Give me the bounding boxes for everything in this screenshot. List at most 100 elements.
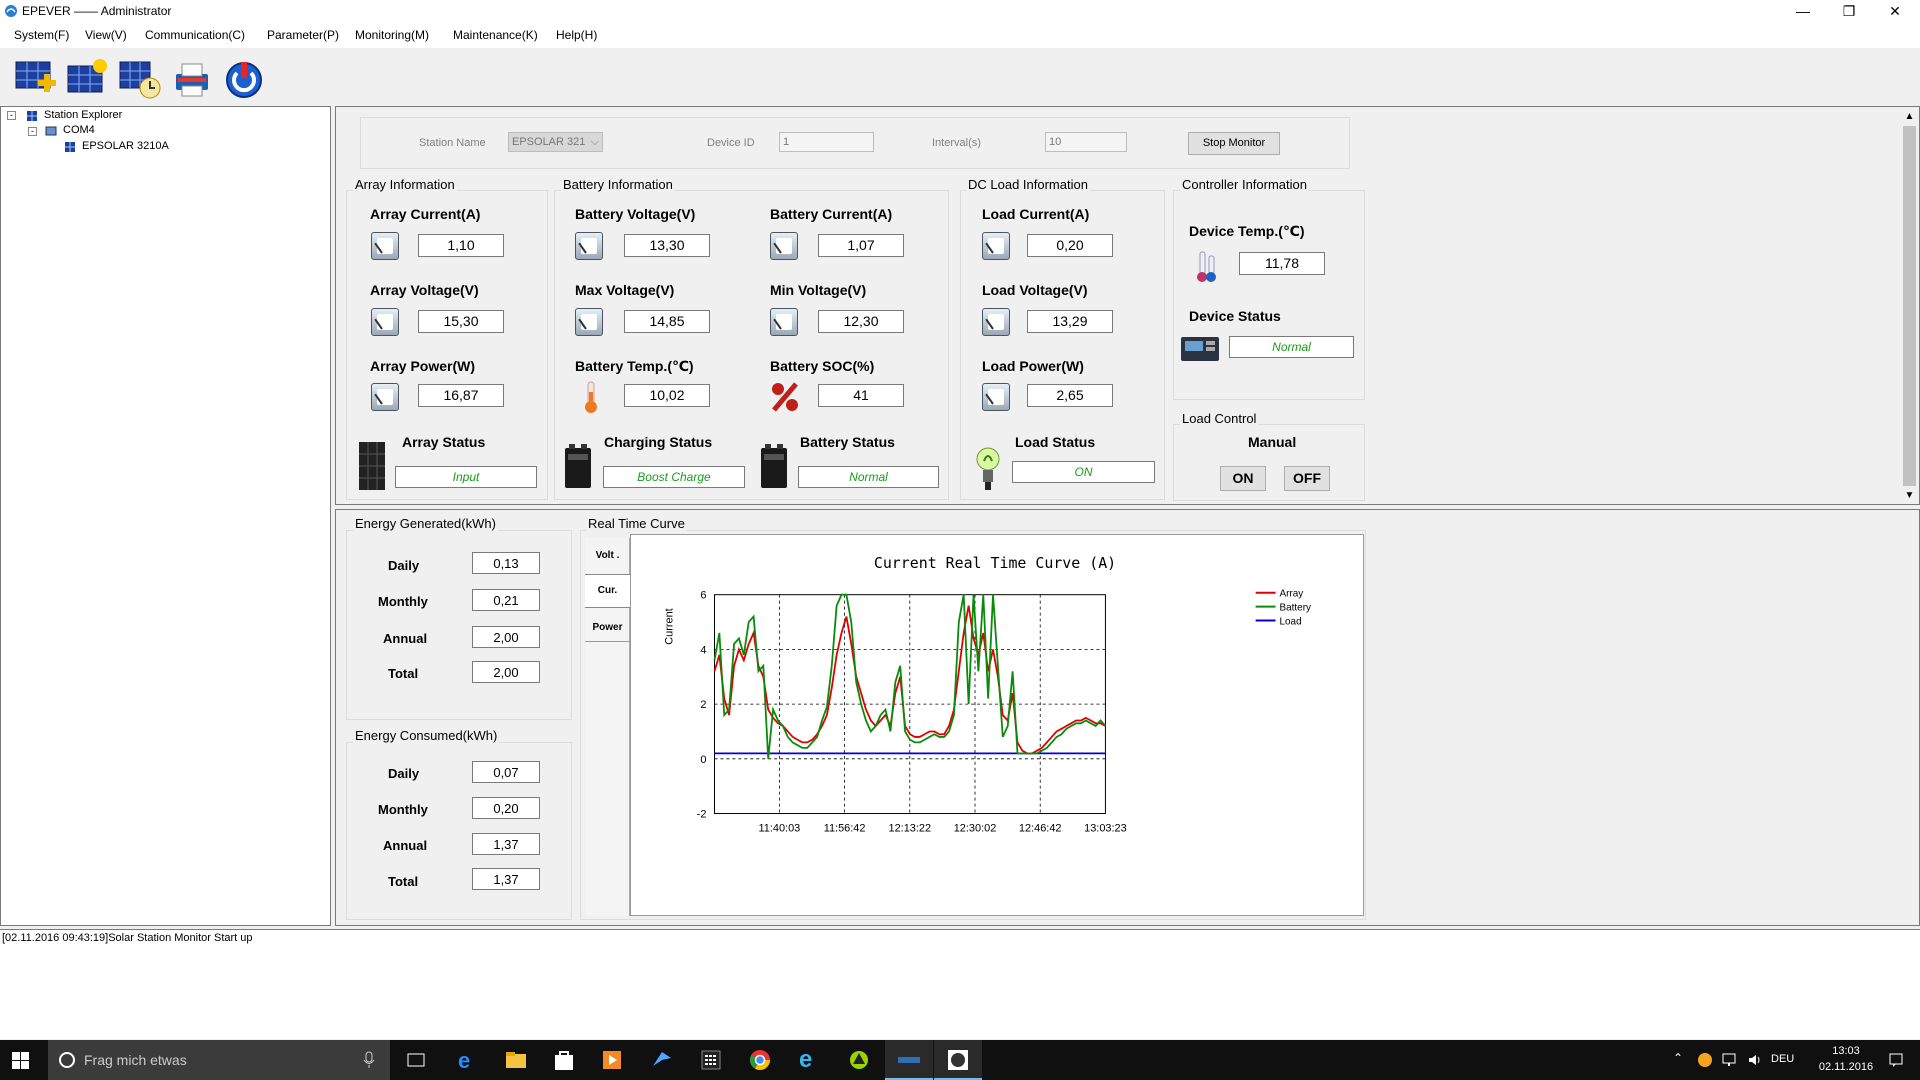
clock-date[interactable]: 02.11.2016	[1810, 1061, 1882, 1073]
load-voltage-label: Load Voltage(V)	[982, 282, 1088, 298]
microphone-icon[interactable]	[362, 1051, 376, 1069]
utility-app-icon[interactable]	[847, 1048, 871, 1072]
solar-panel-icon	[359, 442, 385, 490]
array-status-value: Input	[395, 466, 537, 488]
tree-port-toggle[interactable]: -	[28, 127, 37, 136]
menu-maintenance[interactable]: Maintenance(K)	[453, 28, 538, 42]
x-tick-label: 13:03:23	[1084, 822, 1127, 834]
consumed-monthly-value: 0,20	[472, 797, 540, 819]
menu-monitoring[interactable]: Monitoring(M)	[355, 28, 429, 42]
battery-info-title: Battery Information	[561, 177, 675, 192]
load-current-value: 0,20	[1027, 234, 1113, 257]
task-view-icon[interactable]	[404, 1048, 428, 1072]
voltmeter-icon	[575, 232, 603, 260]
printer-icon[interactable]	[170, 56, 214, 100]
array-voltage-value: 15,30	[418, 310, 504, 333]
store-icon[interactable]	[552, 1048, 576, 1072]
taskbar-search[interactable]: Frag mich etwas	[48, 1040, 390, 1080]
chevron-down-icon: ⌵	[590, 136, 599, 148]
tree-port[interactable]: COM4	[63, 124, 95, 136]
consumed-monthly-label: Monthly	[378, 802, 428, 817]
edge-icon[interactable]: e	[455, 1048, 479, 1072]
thermometer-icon	[585, 381, 597, 413]
menu-help[interactable]: Help(H)	[556, 28, 597, 42]
close-button[interactable]: ✕	[1872, 0, 1918, 22]
tray-chevron-up-icon[interactable]: ⌃	[1673, 1051, 1683, 1065]
thermometer-icon	[1197, 251, 1216, 282]
menu-system[interactable]: System(F)	[14, 28, 69, 42]
legend-label: Battery	[1280, 603, 1312, 614]
y-tick-label: 4	[700, 644, 706, 656]
legend-label: Array	[1280, 589, 1304, 600]
device-temp-value: 11,78	[1239, 252, 1325, 275]
array-status-label: Array Status	[402, 434, 486, 450]
chart-ticks: 6 4 2 0 -2 11:40:03 11:56:42 12:13:22 12:30:02 12…	[697, 590, 1127, 835]
stop-monitor-button[interactable]: Stop Monitor	[1188, 132, 1280, 155]
tab-power[interactable]: Power	[585, 614, 630, 642]
ammeter-icon	[371, 232, 399, 260]
tree-collapse-toggle[interactable]: -	[7, 111, 16, 120]
windows-start-icon[interactable]	[12, 1052, 29, 1069]
load-voltage-value: 13,29	[1027, 310, 1113, 333]
battery-current-label: Battery Current(A)	[770, 206, 893, 222]
station-name-select[interactable]: EPSOLAR 321 ⌵	[508, 132, 603, 152]
tab-current[interactable]: Cur.	[585, 574, 630, 608]
load-off-button[interactable]: OFF	[1284, 466, 1330, 491]
power-icon[interactable]	[222, 56, 266, 100]
volume-icon[interactable]	[1747, 1052, 1763, 1068]
vertical-scrollbar[interactable]: ▲ ▼	[1901, 108, 1918, 504]
battery-icon	[565, 444, 591, 488]
tree-root[interactable]: Station Explorer	[44, 109, 122, 121]
scroll-thumb[interactable]	[1903, 126, 1916, 486]
max-voltage-value: 14,85	[624, 310, 710, 333]
taskbar-window-active[interactable]	[934, 1040, 982, 1080]
schedule-icon[interactable]	[118, 56, 162, 100]
device-id-label: Device ID	[707, 137, 755, 149]
battery-soc-label: Battery SOC(%)	[770, 358, 875, 374]
tab-volt[interactable]: Volt .	[585, 545, 630, 571]
scroll-down-icon[interactable]: ▼	[1901, 487, 1918, 504]
add-station-icon[interactable]	[14, 56, 58, 100]
chart-grid	[713, 594, 1106, 815]
chrome-icon[interactable]	[748, 1048, 772, 1072]
sun-station-icon[interactable]	[66, 56, 110, 100]
consumed-total-value: 1,37	[472, 868, 540, 890]
battery-temp-value: 10,02	[624, 384, 710, 407]
menu-view[interactable]: View(V)	[85, 28, 127, 42]
device-temp-label: Device Temp.(℃)	[1189, 223, 1305, 239]
window-title: EPEVER —— Administrator	[22, 4, 172, 18]
load-control-title: Load Control	[1180, 411, 1259, 426]
notification-icon[interactable]	[1888, 1052, 1904, 1068]
file-explorer-icon[interactable]	[504, 1048, 528, 1072]
menu-communication[interactable]: Communication(C)	[145, 28, 245, 42]
tray-app-icon[interactable]	[1697, 1052, 1713, 1068]
y-tick-label: 6	[700, 590, 706, 602]
device-id-field[interactable]: 1	[779, 132, 874, 152]
restore-button[interactable]: ❐	[1826, 0, 1872, 22]
clock-time[interactable]: 13:03	[1821, 1045, 1871, 1057]
x-tick-label: 11:56:42	[824, 822, 866, 834]
minimize-button[interactable]: —	[1780, 0, 1826, 22]
battery-voltage-value: 13,30	[624, 234, 710, 257]
media-player-icon[interactable]	[600, 1048, 624, 1072]
generated-daily-value: 0,13	[472, 552, 540, 574]
internet-explorer-icon[interactable]: e	[797, 1046, 821, 1070]
generated-annual-label: Annual	[383, 631, 428, 646]
scroll-up-icon[interactable]: ▲	[1901, 108, 1918, 125]
array-current-value: 1,10	[418, 234, 504, 257]
load-on-button[interactable]: ON	[1220, 466, 1266, 491]
input-language[interactable]: DEU	[1771, 1053, 1794, 1065]
taskbar-epever-active[interactable]	[885, 1040, 933, 1080]
menu-parameter[interactable]: Parameter(P)	[267, 28, 339, 42]
load-power-value: 2,65	[1027, 384, 1113, 407]
interval-field[interactable]: 10	[1045, 132, 1127, 152]
log-line: [02.11.2016 09:43:19]Solar Station Monit…	[2, 932, 253, 944]
load-status-value: ON	[1012, 461, 1155, 483]
chart-legend: Array Battery Load	[1255, 589, 1312, 628]
flow-app-icon[interactable]	[650, 1048, 674, 1072]
tree-device[interactable]: EPSOLAR 3210A	[82, 140, 169, 152]
calculator-icon[interactable]	[699, 1048, 723, 1072]
generated-total-label: Total	[388, 666, 419, 681]
network-icon[interactable]	[1722, 1052, 1740, 1068]
taskbar: Frag mich etwas e e ⌃ DEU 13:03 02.11.20…	[0, 1040, 1920, 1080]
